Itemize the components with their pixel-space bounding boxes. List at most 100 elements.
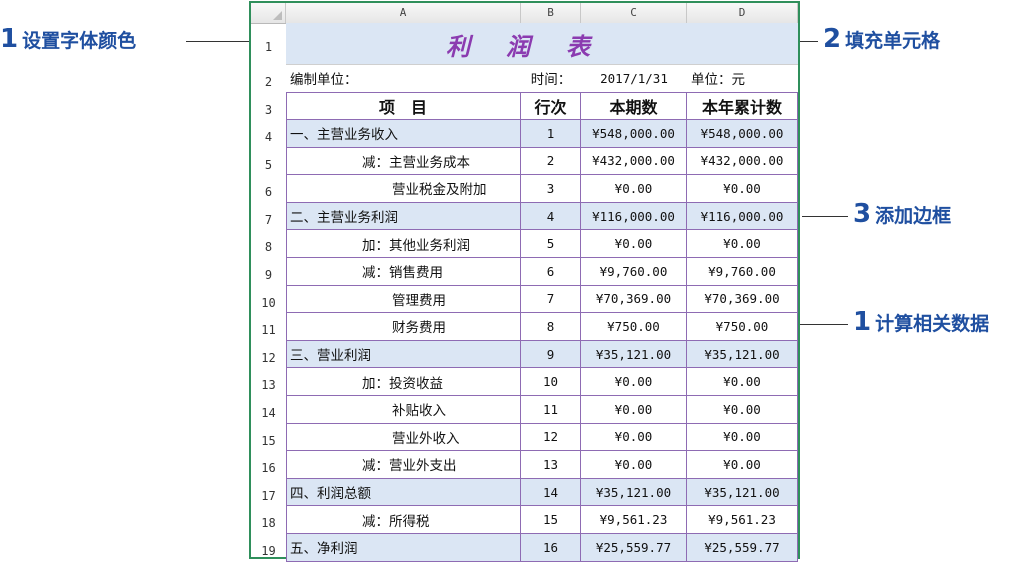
ytd-amount-cell[interactable]: ¥432,000.00 bbox=[687, 147, 798, 176]
current-amount-cell[interactable]: ¥750.00 bbox=[581, 313, 687, 341]
row-header[interactable]: 12 bbox=[251, 341, 286, 369]
row-header[interactable]: 2 bbox=[251, 64, 286, 92]
line-number-cell[interactable]: 15 bbox=[521, 506, 581, 534]
current-amount-cell[interactable]: ¥9,760.00 bbox=[581, 258, 687, 286]
row-header[interactable]: 9 bbox=[251, 258, 286, 286]
current-amount-cell[interactable]: ¥432,000.00 bbox=[581, 147, 687, 176]
title-char: 表 bbox=[566, 32, 626, 61]
line-number-cell[interactable]: 4 bbox=[521, 202, 581, 231]
item-label-cell[interactable]: 一、主营业务收入 bbox=[286, 120, 521, 148]
date-cell[interactable]: 2017/1/31 bbox=[581, 64, 687, 92]
line-number-cell[interactable]: 12 bbox=[521, 423, 581, 452]
row-header[interactable]: 4 bbox=[251, 120, 286, 148]
item-label-cell[interactable]: 管理费用 bbox=[286, 285, 521, 314]
ytd-amount-cell[interactable]: ¥9,561.23 bbox=[687, 506, 798, 534]
ytd-amount-cell[interactable]: ¥35,121.00 bbox=[687, 478, 798, 507]
line-number-cell[interactable]: 7 bbox=[521, 285, 581, 314]
row-header[interactable]: 7 bbox=[251, 203, 286, 231]
line-number-cell[interactable]: 2 bbox=[521, 147, 581, 176]
line-number-cell[interactable]: 14 bbox=[521, 478, 581, 507]
current-amount-cell[interactable]: ¥0.00 bbox=[581, 396, 687, 424]
item-label-cell[interactable]: 减：主营业务成本 bbox=[286, 147, 521, 176]
current-amount-cell[interactable]: ¥9,561.23 bbox=[581, 506, 687, 534]
current-amount-cell[interactable]: ¥25,559.77 bbox=[581, 534, 687, 562]
item-label-cell[interactable]: 四、利润总额 bbox=[286, 478, 521, 507]
current-amount-cell[interactable]: ¥116,000.00 bbox=[581, 202, 687, 231]
column-header-b[interactable]: B bbox=[521, 3, 581, 23]
current-amount-cell[interactable]: ¥0.00 bbox=[581, 175, 687, 203]
item-label-cell[interactable]: 加：其他业务利润 bbox=[286, 230, 521, 258]
ytd-amount-cell[interactable]: ¥0.00 bbox=[687, 451, 798, 479]
item-label-cell[interactable]: 营业外收入 bbox=[286, 423, 521, 452]
ytd-amount-cell[interactable]: ¥750.00 bbox=[687, 313, 798, 341]
ytd-amount-cell[interactable]: ¥0.00 bbox=[687, 230, 798, 258]
ytd-amount-cell[interactable]: ¥35,121.00 bbox=[687, 340, 798, 369]
column-header-d[interactable]: D bbox=[687, 3, 798, 23]
row-header[interactable]: 8 bbox=[251, 230, 286, 258]
item-label-cell[interactable]: 减：所得税 bbox=[286, 506, 521, 534]
current-amount-cell[interactable]: ¥0.00 bbox=[581, 451, 687, 479]
line-number-cell[interactable]: 10 bbox=[521, 368, 581, 396]
line-number-cell[interactable]: 3 bbox=[521, 175, 581, 203]
title-row[interactable]: 利润表 bbox=[286, 23, 798, 65]
current-amount-cell[interactable]: ¥548,000.00 bbox=[581, 120, 687, 148]
row-header[interactable]: 11 bbox=[251, 313, 286, 341]
row-header[interactable]: 10 bbox=[251, 286, 286, 314]
line-number-cell[interactable]: 6 bbox=[521, 258, 581, 286]
row-header[interactable]: 16 bbox=[251, 451, 286, 479]
ytd-amount-cell[interactable]: ¥25,559.77 bbox=[687, 534, 798, 562]
ytd-amount-cell[interactable]: ¥116,000.00 bbox=[687, 202, 798, 231]
item-label-cell[interactable]: 二、主营业务利润 bbox=[286, 202, 521, 231]
current-amount-cell[interactable]: ¥0.00 bbox=[581, 368, 687, 396]
ytd-amount-cell[interactable]: ¥548,000.00 bbox=[687, 120, 798, 148]
current-amount-cell[interactable]: ¥70,369.00 bbox=[581, 285, 687, 314]
item-label-cell[interactable]: 加：投资收益 bbox=[286, 368, 521, 396]
line-number-cell[interactable]: 9 bbox=[521, 340, 581, 369]
ytd-amount-cell[interactable]: ¥9,760.00 bbox=[687, 258, 798, 286]
current-amount-cell[interactable]: ¥0.00 bbox=[581, 230, 687, 258]
item-label-cell[interactable]: 五、净利润 bbox=[286, 534, 521, 562]
column-header-c[interactable]: C bbox=[581, 3, 687, 23]
report-title: 利润表 bbox=[446, 27, 626, 62]
currency-unit-cell[interactable]: 单位：元 bbox=[687, 64, 798, 92]
row-header[interactable]: 6 bbox=[251, 175, 286, 203]
line-number-cell[interactable]: 11 bbox=[521, 396, 581, 424]
row-header[interactable]: 1 bbox=[251, 23, 286, 64]
line-number-cell[interactable]: 1 bbox=[521, 120, 581, 148]
item-label-cell[interactable]: 营业税金及附加 bbox=[286, 175, 521, 203]
header-line-no[interactable]: 行次 bbox=[521, 92, 581, 120]
row-header[interactable]: 13 bbox=[251, 368, 286, 396]
header-item[interactable]: 项 目 bbox=[286, 92, 521, 120]
item-label-cell[interactable]: 减：销售费用 bbox=[286, 258, 521, 286]
row-header[interactable]: 15 bbox=[251, 424, 286, 452]
line-number-cell[interactable]: 5 bbox=[521, 230, 581, 258]
ytd-amount-cell[interactable]: ¥0.00 bbox=[687, 423, 798, 452]
annotation-calc-data: 1 计算相关数据 bbox=[853, 307, 989, 337]
line-number-cell[interactable]: 8 bbox=[521, 313, 581, 341]
item-label-cell[interactable]: 减：营业外支出 bbox=[286, 451, 521, 479]
item-label-cell[interactable]: 补贴收入 bbox=[286, 396, 521, 424]
select-all-corner[interactable] bbox=[251, 3, 286, 23]
row-header[interactable]: 18 bbox=[251, 506, 286, 534]
row-header[interactable]: 17 bbox=[251, 479, 286, 507]
company-label-cell[interactable]: 编制单位： bbox=[286, 64, 521, 92]
row-header[interactable]: 3 bbox=[251, 92, 286, 120]
time-label-cell[interactable]: 时间： bbox=[521, 64, 581, 92]
current-amount-cell[interactable]: ¥0.00 bbox=[581, 423, 687, 452]
row-header[interactable]: 14 bbox=[251, 396, 286, 424]
current-amount-cell[interactable]: ¥35,121.00 bbox=[581, 340, 687, 369]
item-label-cell[interactable]: 财务费用 bbox=[286, 313, 521, 341]
ytd-amount-cell[interactable]: ¥0.00 bbox=[687, 396, 798, 424]
item-label-cell[interactable]: 三、营业利润 bbox=[286, 340, 521, 369]
row-header[interactable]: 5 bbox=[251, 148, 286, 176]
current-amount-cell[interactable]: ¥35,121.00 bbox=[581, 478, 687, 507]
row-header[interactable]: 19 bbox=[251, 534, 286, 562]
ytd-amount-cell[interactable]: ¥0.00 bbox=[687, 175, 798, 203]
ytd-amount-cell[interactable]: ¥0.00 bbox=[687, 368, 798, 396]
column-header-a[interactable]: A bbox=[286, 3, 521, 23]
header-current[interactable]: 本期数 bbox=[581, 92, 687, 120]
line-number-cell[interactable]: 16 bbox=[521, 534, 581, 562]
line-number-cell[interactable]: 13 bbox=[521, 451, 581, 479]
ytd-amount-cell[interactable]: ¥70,369.00 bbox=[687, 285, 798, 314]
header-ytd[interactable]: 本年累计数 bbox=[687, 92, 798, 120]
